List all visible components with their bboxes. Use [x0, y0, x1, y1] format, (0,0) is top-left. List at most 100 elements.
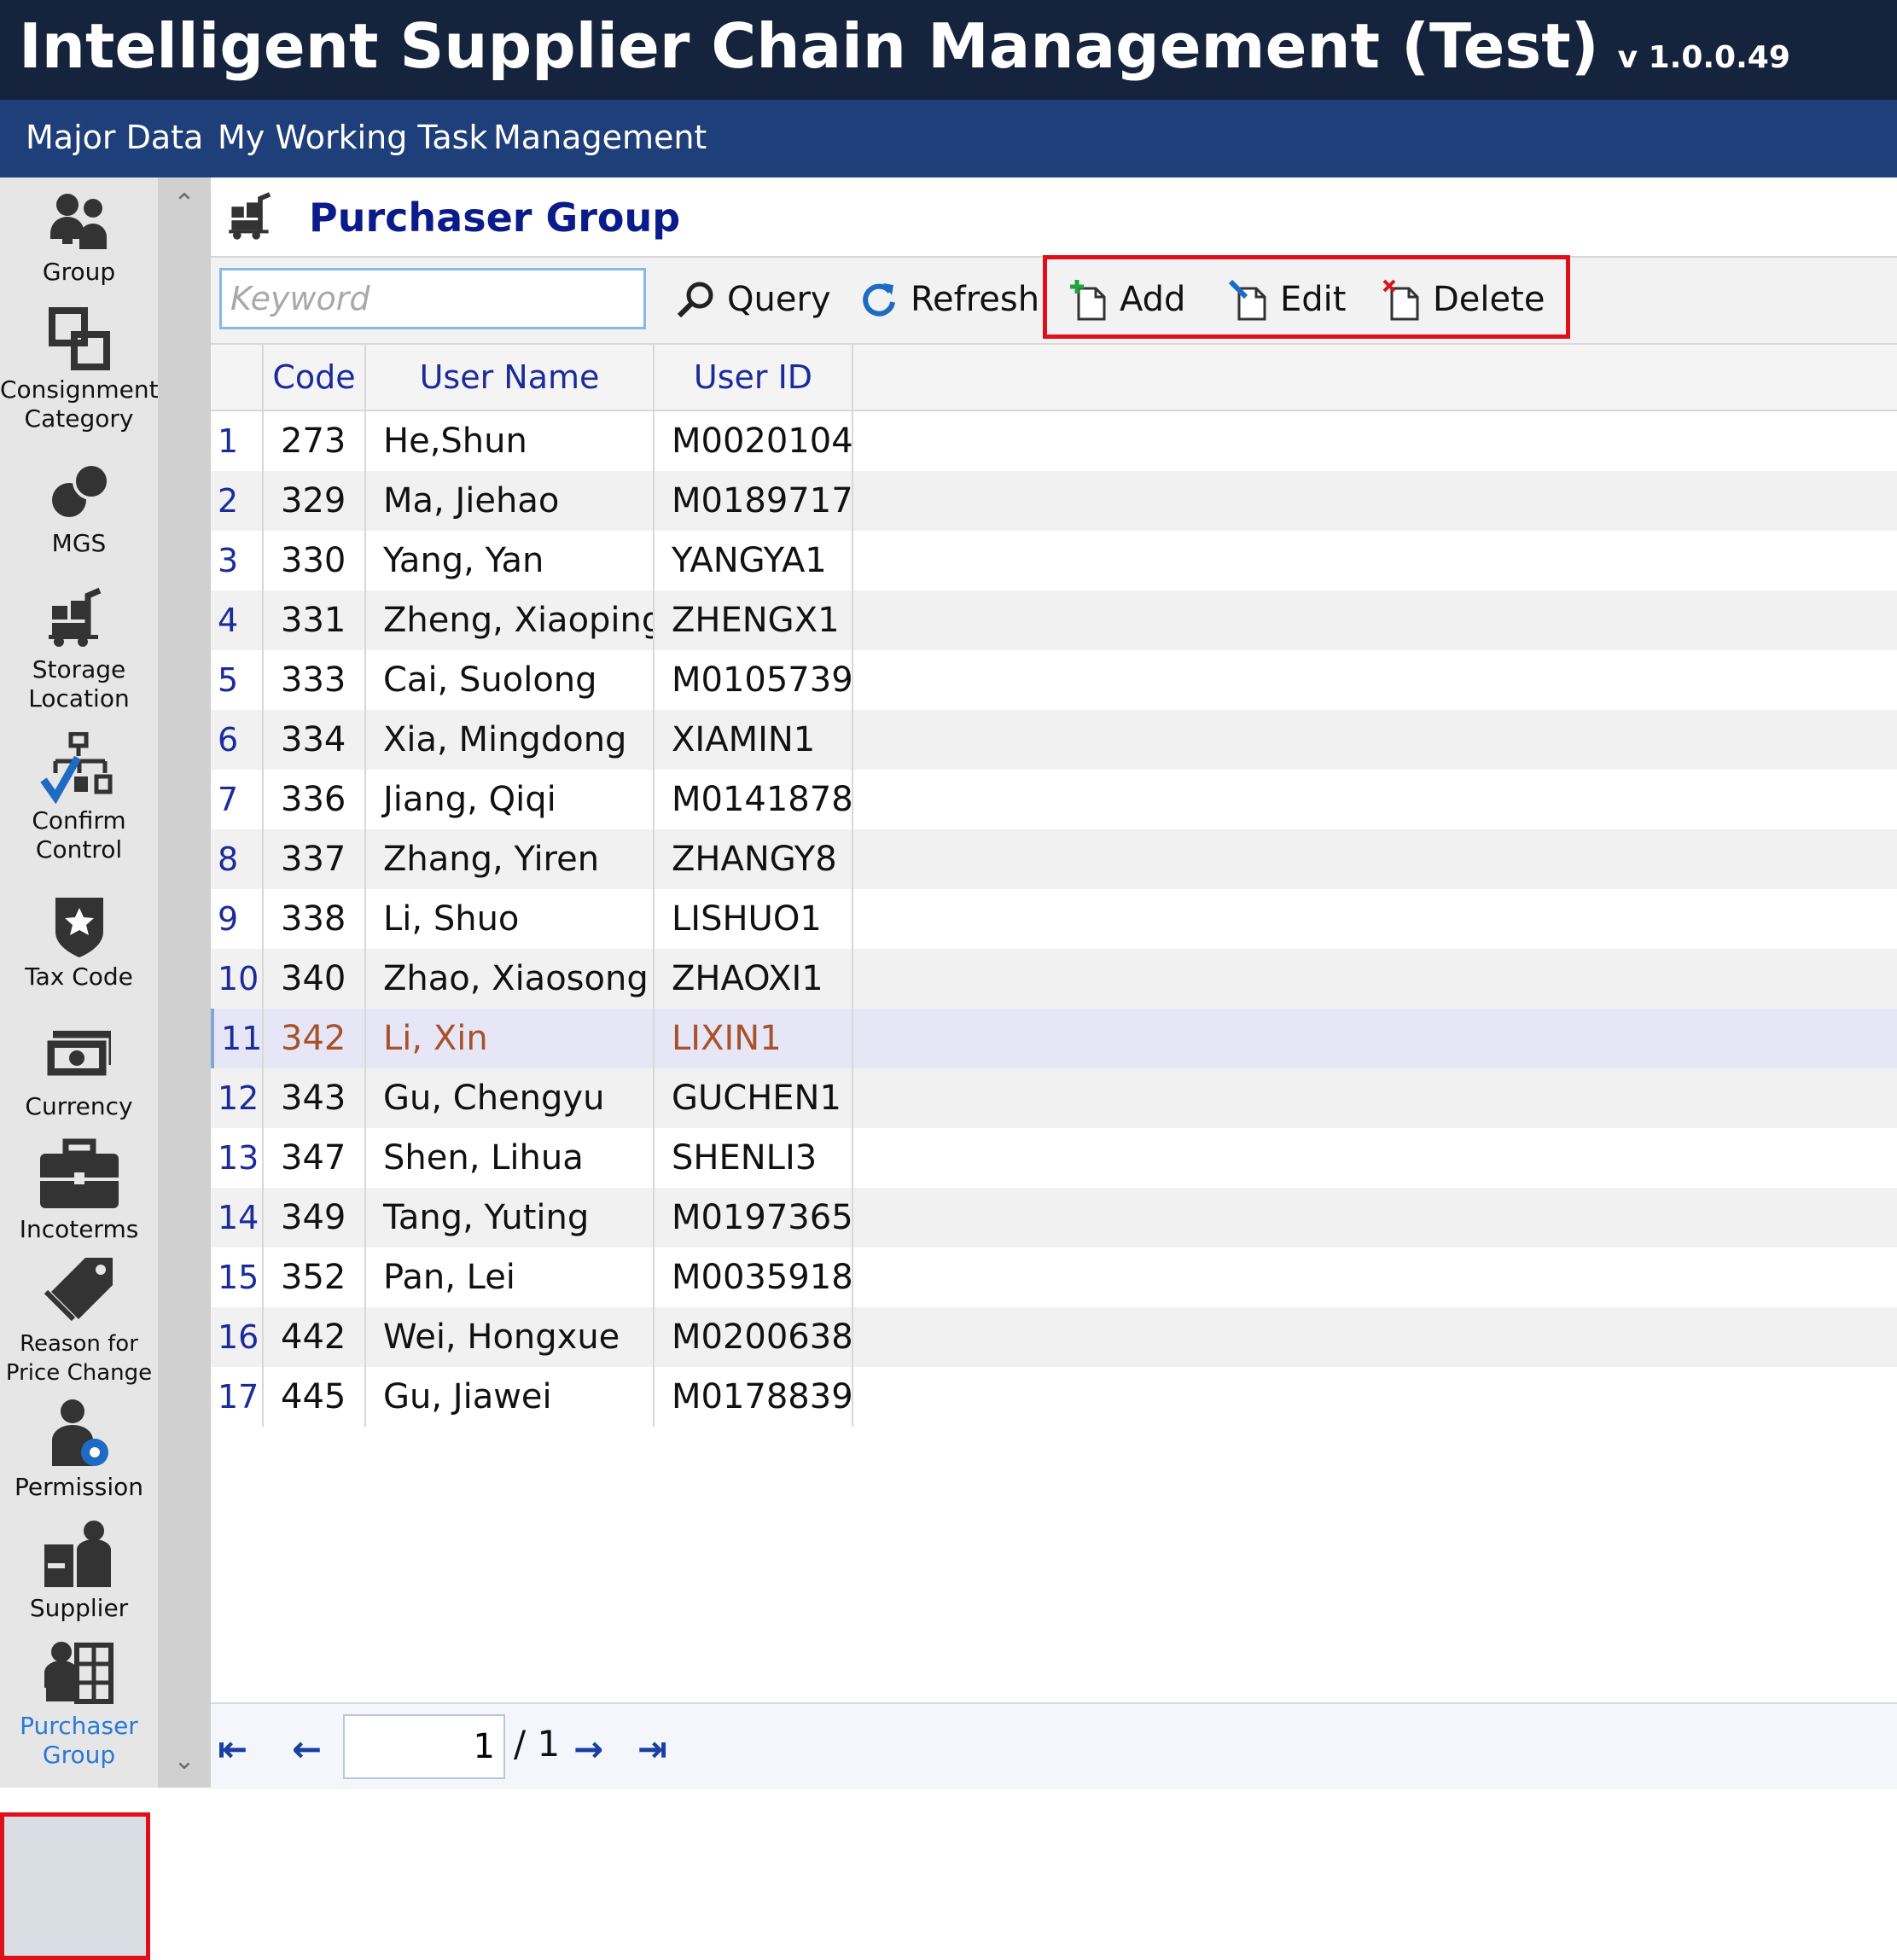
price-tag-icon [44, 1258, 113, 1322]
cell-code: 273 [264, 411, 366, 471]
row-number: 14 [211, 1188, 264, 1248]
table-row[interactable]: 4 331 Zheng, Xiaoping ZHENGX1 [211, 590, 1897, 650]
add-button[interactable]: Add [1068, 271, 1185, 328]
cell-user-id: ZHANGY8 [655, 829, 853, 889]
query-button[interactable]: Query [676, 271, 831, 328]
cell-user-id: M0020104 [655, 411, 853, 471]
cell-code: 333 [264, 650, 366, 710]
sidebar-item-reason-price-change[interactable]: Reason for Price Change [0, 1254, 158, 1387]
row-number: 3 [211, 531, 264, 590]
search-icon [677, 282, 713, 318]
sidebar-item-incoterms[interactable]: Incoterms [0, 1137, 158, 1244]
app-title: Intelligent Supplier Chain Management (T… [19, 10, 1790, 82]
menu-management[interactable]: Management [493, 119, 707, 156]
active-item-highlight [0, 1812, 150, 1960]
sidebar-item-label: Purchaser Group [20, 1712, 138, 1769]
previous-page-icon[interactable]: ← [292, 1728, 322, 1771]
sidebar-item-storage-location[interactable]: Storage Location [0, 585, 158, 713]
next-page-icon[interactable]: → [573, 1728, 603, 1771]
edit-button[interactable]: Edit [1229, 271, 1346, 328]
first-page-icon[interactable]: ⇤ [218, 1728, 247, 1771]
cell-user-id: SHENLI3 [655, 1128, 853, 1188]
delete-label: Delete [1433, 280, 1545, 319]
table-row[interactable]: 16 442 Wei, Hongxue M0200638 [211, 1307, 1897, 1367]
delete-button[interactable]: Delete [1382, 271, 1545, 328]
refresh-button[interactable]: Refresh [859, 271, 1039, 328]
query-label: Query [727, 280, 831, 319]
cell-user-id: M0105739 [655, 650, 853, 710]
sidebar-item-mgs[interactable]: MGS [0, 459, 158, 558]
table-row[interactable]: 17 445 Gu, Jiawei M0178839 [211, 1367, 1897, 1427]
sidebar-item-currency[interactable]: Currency [0, 1022, 158, 1121]
cell-code: 442 [264, 1307, 366, 1367]
storage-location-icon [229, 192, 271, 240]
cell-user-name: Gu, Jiawei [366, 1367, 655, 1427]
grid-body: 1 273 He,Shun M0020104 2 329 Ma, Jiehao M018971… [211, 411, 1897, 1435]
sidebar-item-label: Incoterms [19, 1215, 139, 1243]
toolbar: Query Refresh Add Edit Delete [211, 255, 1897, 345]
sidebar-item-label: Storage Location [28, 655, 130, 712]
page-number-input[interactable] [343, 1714, 505, 1779]
cell-code: 342 [264, 1009, 366, 1068]
table-row[interactable]: 9 338 Li, Shuo LISHUO1 [211, 889, 1897, 949]
purchaser-group-icon [44, 1642, 113, 1704]
sidebar-item-tax-code[interactable]: Tax Code [0, 891, 158, 992]
confirm-control-icon [39, 732, 112, 805]
edit-label: Edit [1280, 280, 1347, 319]
add-label: Add [1120, 280, 1186, 319]
cell-user-name: He,Shun [366, 411, 655, 471]
table-row[interactable]: 8 337 Zhang, Yiren ZHANGY8 [211, 829, 1897, 889]
cell-user-name: Xia, Mingdong [366, 710, 655, 770]
sidebar-item-permission[interactable]: Permission [0, 1398, 158, 1502]
cell-code: 330 [264, 531, 366, 590]
table-row[interactable]: 10 340 Zhao, Xiaosong ZHAOXI1 [211, 949, 1897, 1009]
column-header-user-id[interactable]: User ID [655, 345, 853, 410]
sidebar-item-label: Currency [25, 1092, 133, 1120]
table-row[interactable]: 7 336 Jiang, Qiqi M0141878 [211, 770, 1897, 829]
sidebar-scrollbar[interactable]: ⌃ ⌄ [158, 177, 211, 1788]
column-header-code[interactable]: Code [264, 345, 366, 410]
sidebar-item-purchaser-group[interactable]: Purchaser Group [0, 1637, 158, 1770]
cell-code: 329 [264, 471, 366, 531]
incoterms-icon [39, 1138, 119, 1208]
sidebar-item-label: Group [42, 258, 116, 286]
row-number: 12 [211, 1068, 264, 1128]
cell-code: 340 [264, 949, 366, 1009]
cell-user-name: Pan, Lei [366, 1248, 655, 1307]
table-row[interactable]: 5 333 Cai, Suolong M0105739 [211, 650, 1897, 710]
table-row[interactable]: 11 342 Li, Xin LIXIN1 [211, 1009, 1897, 1068]
menu-my-working-task[interactable]: My Working Task [218, 119, 487, 156]
table-row[interactable]: 13 347 Shen, Lihua SHENLI3 [211, 1128, 1897, 1188]
sidebar-item-group[interactable]: Group [0, 188, 158, 287]
menu-major-data[interactable]: Major Data [26, 119, 203, 156]
sidebar-item-label: Supplier [29, 1594, 129, 1622]
sidebar-item-consignment-category[interactable]: Consignment Category [0, 305, 159, 433]
column-header-user-name[interactable]: User Name [366, 345, 655, 410]
sidebar-item-label: Tax Code [25, 963, 133, 991]
page-title: Purchaser Group [309, 195, 681, 241]
sidebar-item-confirm-control[interactable]: Confirm Control [0, 732, 158, 864]
table-row[interactable]: 2 329 Ma, Jiehao M0189717 [211, 471, 1897, 531]
scroll-down-icon[interactable]: ⌄ [158, 1742, 211, 1781]
cell-code: 331 [264, 590, 366, 650]
row-number: 6 [211, 710, 264, 770]
row-number: 8 [211, 829, 264, 889]
sidebar-item-supplier[interactable]: Supplier [0, 1519, 158, 1623]
row-number: 11 [211, 1009, 264, 1068]
table-row[interactable]: 3 330 Yang, Yan YANGYA1 [211, 531, 1897, 590]
table-row[interactable]: 1 273 He,Shun M0020104 [211, 411, 1897, 471]
sidebar-item-label: Reason for Price Change [5, 1331, 153, 1386]
table-row[interactable]: 15 352 Pan, Lei M0035918 [211, 1248, 1897, 1307]
cell-code: 337 [264, 829, 366, 889]
cell-user-id: M0200638 [655, 1307, 853, 1367]
scroll-up-icon[interactable]: ⌃ [158, 184, 211, 224]
main-content: Purchaser Group Query Refresh Add Edit D… [211, 177, 1897, 1789]
table-row[interactable]: 6 334 Xia, Mingdong XIAMIN1 [211, 710, 1897, 770]
keyword-input[interactable] [219, 268, 646, 329]
table-row[interactable]: 12 343 Gu, Chengyu GUCHEN1 [211, 1068, 1897, 1128]
table-row[interactable]: 14 349 Tang, Yuting M0197365 [211, 1188, 1897, 1248]
sidebar-item-label: MGS [51, 529, 107, 557]
row-number-header [211, 345, 264, 410]
supplier-icon [44, 1521, 111, 1587]
last-page-icon[interactable]: ⇥ [637, 1728, 667, 1771]
